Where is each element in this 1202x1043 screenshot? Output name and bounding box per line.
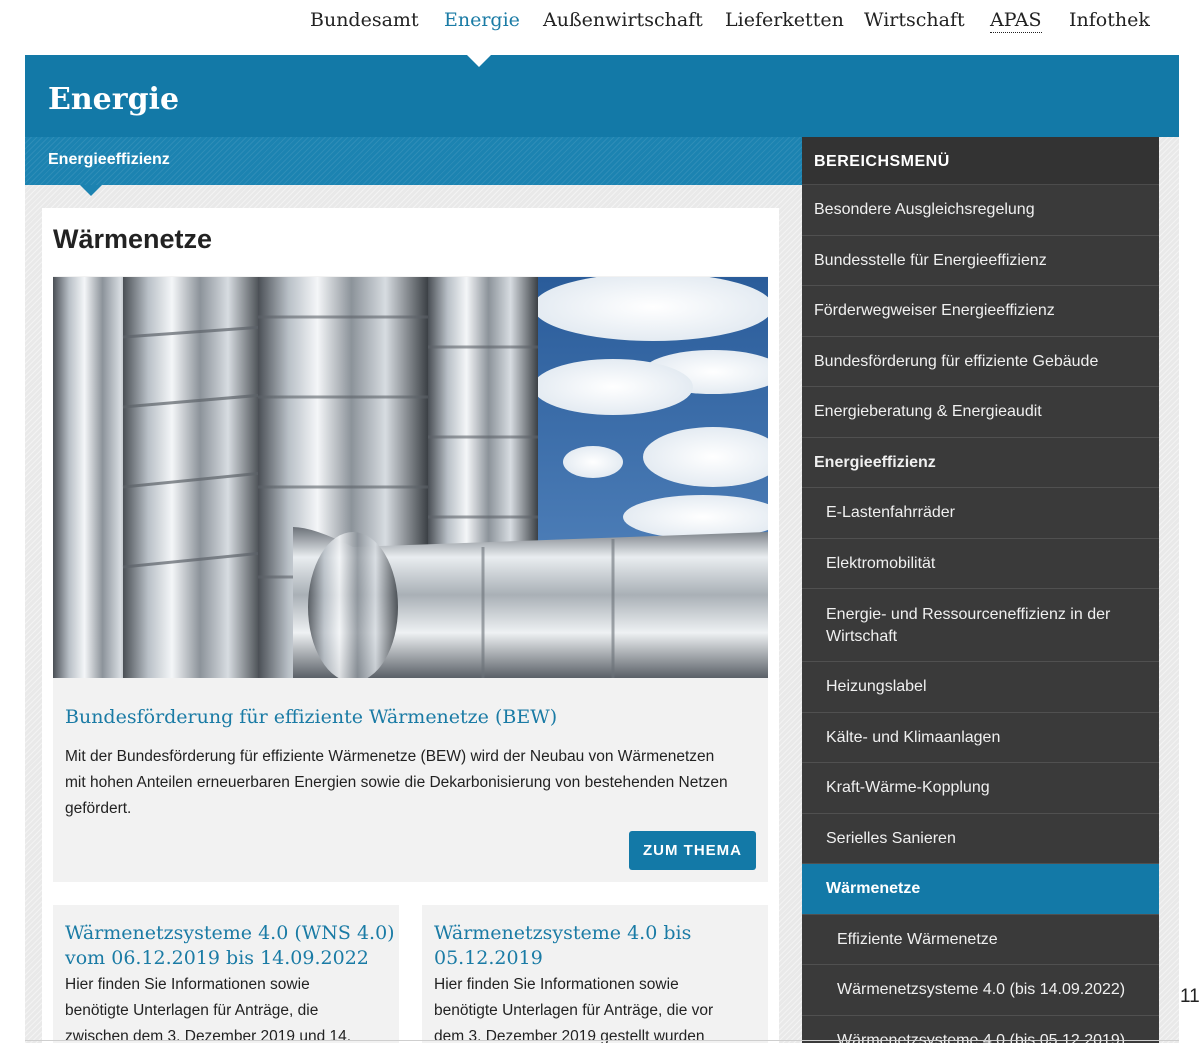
zum-thema-button[interactable]: ZUM THEMA bbox=[629, 831, 756, 870]
nav-lieferketten[interactable]: Lieferketten bbox=[725, 9, 844, 31]
card-description: Hier finden Sie Informationen sowie benö… bbox=[65, 972, 351, 1043]
menu-item-elektromobilitaet[interactable]: Elektromobilität bbox=[802, 539, 1159, 589]
menu-item-wns-2019[interactable]: Wärmenetzsysteme 4.0 (bis 05.12.2019) bbox=[802, 1016, 1159, 1043]
card-title-line: Wärmenetzsysteme 4.0 bis bbox=[434, 922, 692, 944]
teaser-description: Mit der Bundesförderung für effiziente W… bbox=[65, 744, 765, 822]
teaser-card-wns-2019: Wärmenetzsysteme 4.0 bis 05.12.2019 Hier… bbox=[422, 905, 768, 1043]
card-text-line: Hier finden Sie Informationen sowie bbox=[434, 976, 679, 993]
active-nav-indicator bbox=[467, 55, 491, 67]
hero-image-pipes bbox=[53, 277, 768, 678]
subsection-indicator bbox=[80, 185, 102, 196]
nav-bundesamt[interactable]: Bundesamt bbox=[310, 9, 419, 31]
page-title: Wärmenetze bbox=[53, 224, 213, 254]
bottom-divider bbox=[25, 1040, 1179, 1041]
top-navigation: Bundesamt Energie Außenwirtschaft Liefer… bbox=[0, 0, 1202, 55]
teaser-text-line: mit hohen Anteilen erneuerbaren Energien… bbox=[65, 774, 728, 791]
pipes-illustration bbox=[53, 277, 768, 678]
teaser-title-link[interactable]: Bundesförderung für effiziente Wärmenetz… bbox=[65, 706, 557, 728]
card-title-line: 05.12.2019 bbox=[434, 947, 543, 969]
card-title-link[interactable]: Wärmenetzsysteme 4.0 (WNS 4.0) vom 06.12… bbox=[65, 921, 395, 971]
menu-item-e-lastenfahrraeder[interactable]: E-Lastenfahrräder bbox=[802, 488, 1159, 539]
card-title-link[interactable]: Wärmenetzsysteme 4.0 bis 05.12.2019 bbox=[434, 921, 691, 971]
card-text-line: Hier finden Sie Informationen sowie bbox=[65, 976, 310, 993]
nav-energie[interactable]: Energie bbox=[444, 9, 520, 31]
card-title-line: vom 06.12.2019 bis 14.09.2022 bbox=[65, 947, 369, 969]
section-title: Energie bbox=[48, 82, 180, 117]
section-menu-heading: BEREICHSMENÜ bbox=[802, 137, 1159, 185]
nav-infothek[interactable]: Infothek bbox=[1069, 9, 1150, 31]
card-text-line: benötigte Unterlagen für Anträge, die vo… bbox=[434, 1002, 714, 1019]
nav-aussenwirtschaft[interactable]: Außenwirtschaft bbox=[543, 9, 703, 31]
menu-item-kraft-waerme-kopplung[interactable]: Kraft-Wärme-Kopplung bbox=[802, 763, 1159, 814]
menu-item-foerderwegweiser[interactable]: Förderwegweiser Energieeffizienz bbox=[802, 286, 1159, 337]
menu-item-ressourceneffizienz[interactable]: Energie- und Ressourceneffizienz in der … bbox=[802, 589, 1159, 662]
menu-item-energieberatung[interactable]: Energieberatung & Energieaudit bbox=[802, 387, 1159, 438]
card-title-line: Wärmenetzsysteme 4.0 (WNS 4.0) bbox=[65, 922, 395, 944]
menu-item-waermenetze[interactable]: Wärmenetze bbox=[802, 864, 1159, 915]
nav-apas[interactable]: APAS bbox=[990, 9, 1042, 33]
menu-item-heizungslabel[interactable]: Heizungslabel bbox=[802, 662, 1159, 713]
menu-item-effiziente-waermenetze[interactable]: Effiziente Wärmenetze bbox=[802, 915, 1159, 965]
menu-item-energieeffizienz[interactable]: Energieeffizienz bbox=[802, 438, 1159, 488]
menu-item-bundesfoerderung-gebaeude[interactable]: Bundesförderung für effiziente Gebäude bbox=[802, 337, 1159, 387]
menu-item-bundesstelle-energieeffizienz[interactable]: Bundesstelle für Energieeffizienz bbox=[802, 236, 1159, 286]
teaser-text-line: Mit der Bundesförderung für effiziente W… bbox=[65, 748, 715, 765]
card-description: Hier finden Sie Informationen sowie benö… bbox=[434, 972, 713, 1043]
card-text-line: benötigte Unterlagen für Anträge, die bbox=[65, 1002, 319, 1019]
section-menu: BEREICHSMENÜ Besondere Ausgleichsregelun… bbox=[802, 137, 1159, 1043]
teaser-text-line: gefördert. bbox=[65, 800, 132, 817]
nav-wirtschaft[interactable]: Wirtschaft bbox=[864, 9, 965, 31]
menu-item-kaelte-klimaanlagen[interactable]: Kälte- und Klimaanlagen bbox=[802, 713, 1159, 763]
teaser-card-wns-2022: Wärmenetzsysteme 4.0 (WNS 4.0) vom 06.12… bbox=[53, 905, 399, 1043]
cut-off-edge-text: 11 bbox=[1180, 986, 1200, 1007]
section-header-band bbox=[25, 55, 1179, 137]
menu-item-wns-2022[interactable]: Wärmenetzsysteme 4.0 (bis 14.09.2022) bbox=[802, 965, 1159, 1016]
menu-item-serielles-sanieren[interactable]: Serielles Sanieren bbox=[802, 814, 1159, 864]
menu-item-besondere-ausgleichsregelung[interactable]: Besondere Ausgleichsregelung bbox=[802, 185, 1159, 236]
breadcrumb-energieeffizienz[interactable]: Energieeffizienz bbox=[48, 151, 170, 169]
